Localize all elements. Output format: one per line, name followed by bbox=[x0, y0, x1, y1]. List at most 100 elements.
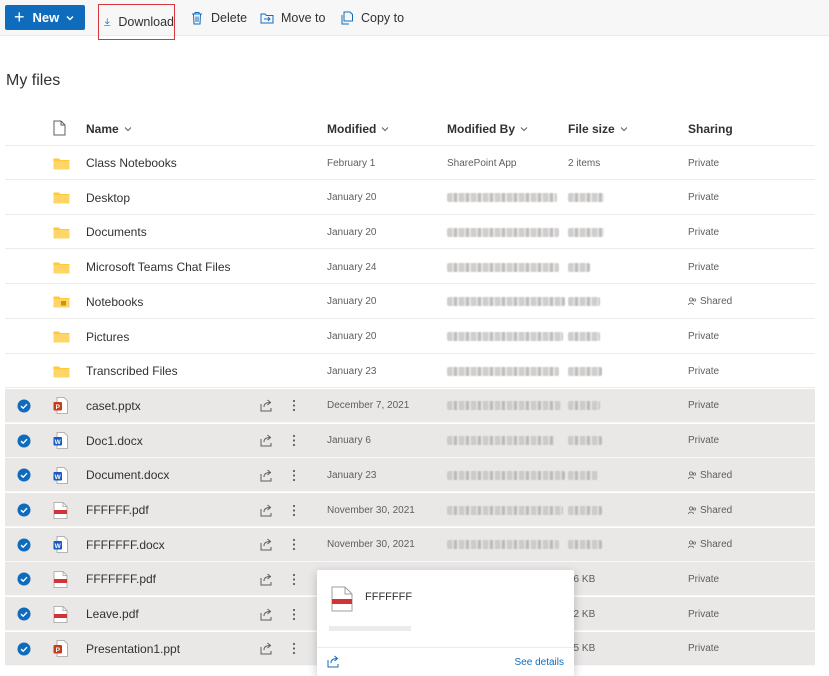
checkmark-circle-icon bbox=[17, 572, 31, 586]
sharing-status-label: Private bbox=[688, 331, 720, 342]
row-checkbox[interactable] bbox=[17, 493, 31, 527]
more-actions-button[interactable] bbox=[292, 389, 296, 423]
word-file-icon: W bbox=[53, 432, 68, 449]
share-button[interactable] bbox=[260, 632, 273, 666]
file-name[interactable]: Presentation1.ppt bbox=[86, 632, 180, 666]
share-button[interactable] bbox=[260, 458, 273, 492]
column-header-modified-by[interactable]: Modified By bbox=[447, 122, 528, 136]
file-name[interactable]: Documents bbox=[86, 215, 147, 249]
row-checkbox[interactable] bbox=[17, 389, 31, 423]
delete-button[interactable]: Delete bbox=[190, 5, 247, 31]
folder-icon bbox=[53, 227, 70, 239]
file-name[interactable]: Document.docx bbox=[86, 458, 169, 492]
folder-icon bbox=[53, 331, 70, 343]
table-row[interactable]: Desktop January 20 Private bbox=[5, 181, 815, 215]
file-type-cell: W bbox=[53, 458, 68, 492]
more-actions-button[interactable] bbox=[292, 424, 296, 458]
table-row[interactable]: W FFFFFFF.docx November 30, 2021 Shared bbox=[5, 527, 815, 562]
table-row[interactable]: FFFFFF.pdf November 30, 2021 Shared bbox=[5, 493, 815, 527]
pdf-file-icon bbox=[53, 605, 68, 623]
row-checkbox[interactable] bbox=[17, 562, 31, 596]
modified-date: January 23 bbox=[327, 365, 377, 377]
column-header-sharing[interactable]: Sharing bbox=[688, 122, 733, 136]
more-actions-button[interactable] bbox=[292, 528, 296, 562]
file-name[interactable]: Leave.pdf bbox=[86, 597, 139, 631]
file-name[interactable]: Class Notebooks bbox=[86, 146, 177, 180]
row-checkbox[interactable] bbox=[17, 528, 31, 562]
table-row[interactable]: W Document.docx January 23 Shared bbox=[5, 458, 815, 493]
row-checkbox[interactable] bbox=[17, 632, 31, 666]
share-button[interactable] bbox=[260, 562, 273, 596]
row-checkbox[interactable] bbox=[17, 458, 31, 492]
move-to-button[interactable]: Move to bbox=[260, 5, 325, 31]
file-name[interactable]: FFFFFFF.docx bbox=[86, 528, 165, 562]
more-actions-button[interactable] bbox=[292, 493, 296, 527]
share-button[interactable] bbox=[260, 424, 273, 458]
page-title: My files bbox=[6, 72, 61, 89]
folder-icon bbox=[53, 366, 70, 378]
share-button[interactable] bbox=[260, 597, 273, 631]
row-checkbox[interactable] bbox=[17, 424, 31, 458]
share-icon[interactable] bbox=[327, 655, 340, 668]
modified-date: December 7, 2021 bbox=[327, 400, 410, 412]
sharing-status-label: Private bbox=[688, 573, 720, 585]
file-type-header-icon[interactable] bbox=[53, 120, 66, 136]
new-button[interactable]: + New bbox=[5, 5, 85, 30]
share-button[interactable] bbox=[260, 528, 273, 562]
copy-to-button[interactable]: Copy to bbox=[340, 5, 404, 31]
table-row[interactable]: Notebooks January 20 Shared bbox=[5, 285, 815, 319]
file-name[interactable]: FFFFFFF.pdf bbox=[86, 562, 156, 596]
more-actions-button[interactable] bbox=[292, 597, 296, 631]
column-header-name[interactable]: Name bbox=[86, 122, 132, 136]
share-button[interactable] bbox=[260, 493, 273, 527]
download-icon bbox=[104, 18, 111, 26]
more-actions-button[interactable] bbox=[292, 562, 296, 596]
file-type-cell bbox=[53, 562, 68, 596]
svg-text:P: P bbox=[56, 404, 61, 411]
file-name[interactable]: Pictures bbox=[86, 320, 129, 354]
more-vertical-icon bbox=[292, 434, 296, 447]
file-size-redacted bbox=[568, 250, 590, 284]
table-row[interactable]: Documents January 20 Private bbox=[5, 215, 815, 250]
modified-by-redacted bbox=[447, 250, 559, 284]
modified-by-redacted bbox=[447, 320, 563, 354]
file-name[interactable]: Desktop bbox=[86, 181, 130, 215]
share-button[interactable] bbox=[260, 389, 273, 423]
column-header-modified[interactable]: Modified bbox=[327, 122, 389, 136]
row-checkbox[interactable] bbox=[17, 597, 31, 631]
file-size-redacted bbox=[568, 424, 602, 458]
share-icon bbox=[260, 642, 272, 655]
file-name[interactable]: Microsoft Teams Chat Files bbox=[86, 250, 231, 284]
see-details-link[interactable]: See details bbox=[515, 657, 564, 668]
more-actions-button[interactable] bbox=[292, 632, 296, 666]
modified-date: January 20 bbox=[327, 331, 377, 342]
file-name[interactable]: Transcribed Files bbox=[86, 354, 178, 388]
sharing-status: Shared bbox=[688, 285, 732, 319]
folder-icon bbox=[53, 158, 70, 169]
more-vertical-icon bbox=[292, 643, 296, 655]
table-row[interactable]: Microsoft Teams Chat Files January 24 Priv… bbox=[5, 250, 815, 285]
modified-date: November 30, 2021 bbox=[327, 504, 415, 516]
download-button[interactable]: Download bbox=[98, 4, 175, 40]
table-row[interactable]: Pictures January 20 Private bbox=[5, 320, 815, 354]
more-actions-button[interactable] bbox=[292, 458, 296, 492]
file-name[interactable]: Doc1.docx bbox=[86, 424, 143, 458]
table-row[interactable]: W Doc1.docx January 6 Private bbox=[5, 423, 815, 458]
table-row[interactable]: Transcribed Files January 23 Private bbox=[5, 354, 815, 389]
column-header-modified-label: Modified bbox=[327, 122, 377, 136]
table-row[interactable]: Class Notebooks February 1 SharePoint App 2… bbox=[5, 146, 815, 180]
modified-date: February 1 bbox=[327, 157, 376, 169]
sharing-status-label: Private bbox=[688, 226, 720, 238]
file-name[interactable]: Notebooks bbox=[86, 285, 143, 319]
file-name[interactable]: FFFFFF.pdf bbox=[86, 493, 149, 527]
file-list-header: Name Modified Modified By File size Shar… bbox=[5, 110, 815, 146]
pdf-file-icon bbox=[53, 570, 68, 588]
file-name[interactable]: caset.pptx bbox=[86, 389, 141, 423]
sharing-status-label: Shared bbox=[700, 539, 733, 551]
chevron-down-icon bbox=[520, 127, 528, 132]
file-type-cell bbox=[53, 320, 70, 354]
share-icon bbox=[260, 538, 272, 551]
modified-by-redacted bbox=[447, 493, 563, 527]
table-row[interactable]: Pcaset.pptx December 7, 2021 Private bbox=[5, 388, 815, 423]
column-header-file-size[interactable]: File size bbox=[568, 122, 628, 136]
